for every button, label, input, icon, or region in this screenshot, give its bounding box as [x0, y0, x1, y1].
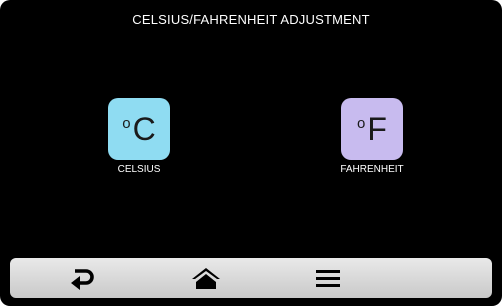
- degree-symbol: o: [357, 114, 366, 132]
- screen: CELSIUS/FAHRENHEIT ADJUSTMENT o C CELSIU…: [0, 0, 502, 306]
- fahrenheit-button[interactable]: o F: [341, 98, 403, 160]
- menu-button[interactable]: [298, 258, 358, 298]
- fahrenheit-label: FAHRENHEIT: [340, 164, 404, 175]
- celsius-symbol: C: [132, 111, 156, 147]
- back-button[interactable]: [54, 258, 114, 298]
- bottom-toolbar: [10, 258, 492, 298]
- return-arrow-icon: [71, 269, 94, 290]
- degree-symbol: o: [122, 114, 131, 132]
- celsius-label: CELSIUS: [117, 164, 161, 175]
- celsius-button[interactable]: o C: [108, 98, 170, 160]
- home-icon: [192, 268, 220, 289]
- page-title: CELSIUS/FAHRENHEIT ADJUSTMENT: [132, 12, 370, 27]
- fahrenheit-symbol: F: [367, 111, 387, 147]
- home-button[interactable]: [176, 258, 236, 298]
- hamburger-menu-icon: [316, 270, 340, 287]
